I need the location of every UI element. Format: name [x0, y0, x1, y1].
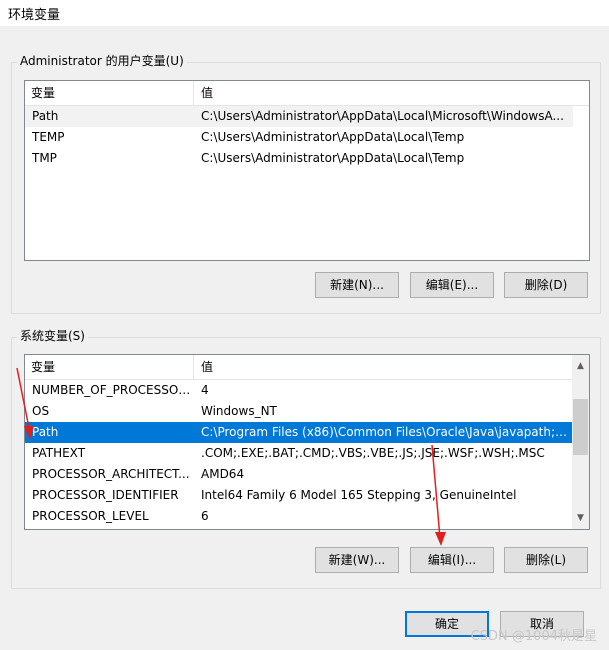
- variable-value: 4: [201, 383, 209, 397]
- list-header: 变量 值: [25, 81, 589, 106]
- column-header-variable[interactable]: 变量: [25, 81, 193, 105]
- variable-name: OS: [32, 404, 50, 418]
- table-row[interactable]: NUMBER_OF_PROCESSORS 4: [25, 380, 572, 401]
- list-header: 变量 值: [25, 355, 572, 380]
- user-variables-label: Administrator 的用户变量(U): [17, 53, 187, 69]
- variable-value: C:\Program Files (x86)\Common Files\Orac…: [201, 425, 569, 439]
- vertical-scrollbar[interactable]: ▲ ▼: [572, 355, 589, 529]
- variable-value: C:\Users\Administrator\AppData\Local\Tem…: [201, 151, 465, 165]
- user-variables-list[interactable]: 变量 值 Path C:\Users\Administrator\AppData…: [24, 80, 590, 261]
- table-row[interactable]: TMP C:\Users\Administrator\AppData\Local…: [25, 148, 573, 169]
- variable-value: C:\Users\Administrator\AppData\Local\Tem…: [201, 130, 465, 144]
- column-separator[interactable]: [193, 355, 194, 379]
- table-row[interactable]: Path C:\Users\Administrator\AppData\Loca…: [25, 106, 573, 127]
- column-header-value[interactable]: 值: [195, 81, 213, 105]
- column-separator[interactable]: [193, 81, 194, 105]
- table-row[interactable]: TEMP C:\Users\Administrator\AppData\Loca…: [25, 127, 573, 148]
- variable-value: Intel64 Family 6 Model 165 Stepping 3, G…: [201, 488, 517, 502]
- table-row[interactable]: PATHEXT .COM;.EXE;.BAT;.CMD;.VBS;.VBE;.J…: [25, 443, 572, 464]
- system-variables-list[interactable]: 变量 值 NUMBER_OF_PROCESSORS 4 OS Windows_N…: [24, 354, 590, 530]
- system-new-button[interactable]: 新建(W)...: [315, 547, 399, 573]
- table-row[interactable]: PROCESSOR_LEVEL 6: [25, 506, 572, 527]
- variable-value: 6: [201, 509, 209, 523]
- variable-name: PATHEXT: [32, 446, 86, 460]
- variable-name: Path: [32, 425, 59, 439]
- window-title: 环境变量: [8, 8, 61, 23]
- system-delete-button[interactable]: 删除(L): [504, 547, 588, 573]
- system-variables-label: 系统变量(S): [17, 328, 88, 344]
- table-row-selected[interactable]: Path C:\Program Files (x86)\Common Files…: [25, 422, 572, 443]
- variable-name: NUMBER_OF_PROCESSORS: [32, 383, 194, 397]
- user-new-button[interactable]: 新建(N)...: [315, 272, 399, 298]
- user-edit-button[interactable]: 编辑(E)...: [410, 272, 494, 298]
- variable-value: .COM;.EXE;.BAT;.CMD;.VBS;.VBE;.JS;.JSE;.…: [201, 446, 545, 460]
- variable-name: PROCESSOR_LEVEL: [32, 509, 149, 523]
- variable-value: Windows_NT: [201, 404, 277, 418]
- variable-name: Path: [32, 109, 59, 123]
- table-row[interactable]: PROCESSOR_IDENTIFIER Intel64 Family 6 Mo…: [25, 485, 572, 506]
- variable-value: AMD64: [201, 467, 245, 481]
- column-header-variable[interactable]: 变量: [25, 355, 193, 379]
- variable-name: TMP: [32, 151, 57, 165]
- scrollbar-thumb[interactable]: [573, 399, 588, 455]
- user-delete-button[interactable]: 删除(D): [504, 272, 588, 298]
- system-edit-button[interactable]: 编辑(I)...: [410, 547, 494, 573]
- variable-name: TEMP: [32, 130, 65, 144]
- table-row[interactable]: OS Windows_NT: [25, 401, 572, 422]
- watermark: CSDN @1004秋是星: [470, 629, 597, 644]
- title-bar: 环境变量: [0, 0, 609, 26]
- variable-value: C:\Users\Administrator\AppData\Local\Mic…: [201, 109, 564, 123]
- variable-name: PROCESSOR_IDENTIFIER: [32, 488, 179, 502]
- column-header-value[interactable]: 值: [195, 355, 213, 379]
- table-row[interactable]: PROCESSOR_ARCHITECT... AMD64: [25, 464, 572, 485]
- scroll-up-icon[interactable]: ▲: [572, 358, 589, 375]
- scroll-down-icon[interactable]: ▼: [572, 510, 589, 527]
- variable-name: PROCESSOR_ARCHITECT...: [32, 467, 190, 481]
